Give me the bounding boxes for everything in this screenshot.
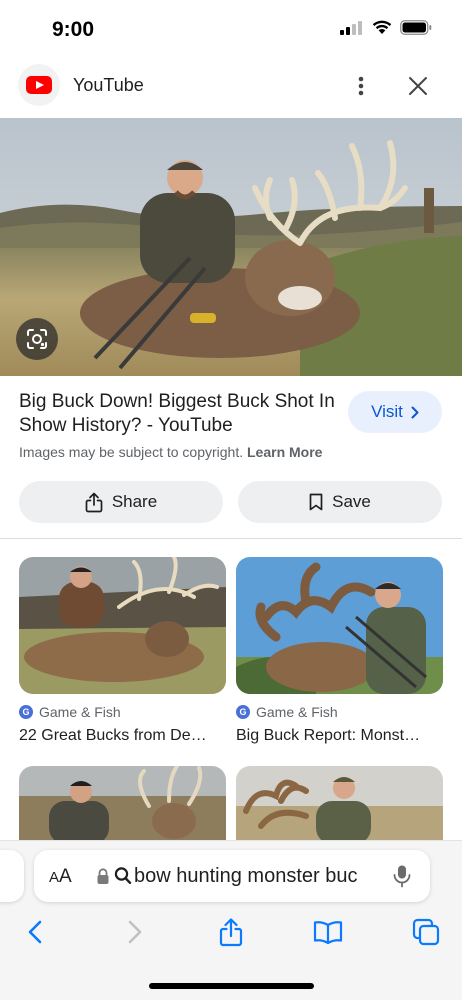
close-icon [409, 77, 427, 95]
result-title[interactable]: Big Buck Down! Biggest Buck Shot In Show… [19, 390, 339, 438]
related-thumb-3[interactable] [19, 766, 226, 844]
related-source-label: Game & Fish [256, 704, 338, 720]
bookmark-icon [309, 493, 323, 511]
search-icon [114, 866, 132, 891]
chevron-right-icon [411, 406, 419, 418]
aa-label: AA [49, 866, 72, 887]
lock-icon [96, 868, 110, 890]
back-button[interactable] [20, 917, 50, 947]
home-indicator [149, 983, 314, 989]
visit-button[interactable]: Visit [348, 391, 442, 433]
tabs-icon [412, 918, 440, 946]
status-time: 9:00 [52, 18, 95, 41]
forward-button[interactable] [120, 917, 150, 947]
google-g-icon: G [19, 705, 33, 719]
chevron-left-icon [28, 920, 42, 944]
microphone-icon[interactable] [392, 864, 412, 893]
copyright-notice: Images may be subject to copyright. Lear… [19, 444, 322, 460]
battery-icon [400, 20, 432, 35]
tabs-button[interactable] [411, 917, 441, 947]
share-button[interactable]: Share [19, 481, 223, 523]
lens-button[interactable] [16, 318, 58, 360]
related-source-label: Game & Fish [39, 704, 121, 720]
section-divider [0, 538, 462, 539]
visit-label: Visit [371, 402, 403, 421]
related-source-1: G Game & Fish [19, 704, 121, 720]
more-vertical-icon [358, 76, 364, 96]
related-thumb-4[interactable] [236, 766, 443, 844]
save-button[interactable]: Save [238, 481, 442, 523]
share-icon [219, 917, 243, 946]
cellular-signal-icon [340, 20, 362, 35]
status-icons [340, 20, 432, 35]
chevron-right-icon [128, 920, 142, 944]
related-thumb-1[interactable] [19, 557, 226, 694]
book-icon [313, 921, 343, 944]
wifi-icon [372, 20, 392, 34]
hero-image[interactable] [0, 118, 462, 376]
related-source-2: G Game & Fish [236, 704, 338, 720]
related-title-2[interactable]: Big Buck Report: Monst… [236, 727, 443, 745]
google-g-icon: G [236, 705, 250, 719]
close-button[interactable] [404, 72, 432, 100]
bookmarks-button[interactable] [313, 917, 343, 947]
more-options-button[interactable] [350, 72, 372, 100]
youtube-play-icon [26, 76, 52, 94]
youtube-logo [18, 64, 60, 106]
previous-tab-preview[interactable] [0, 850, 24, 902]
header-title: YouTube [73, 75, 144, 95]
lens-icon [27, 329, 47, 349]
share-page-button[interactable] [216, 917, 246, 947]
save-label: Save [332, 492, 371, 511]
related-thumb-2[interactable] [236, 557, 443, 694]
page-menu-button[interactable]: AA [49, 866, 72, 888]
copyright-text: Images may be subject to copyright. [19, 444, 244, 460]
share-icon [85, 492, 103, 512]
share-label: Share [111, 492, 158, 511]
search-query[interactable]: bow hunting monster buc [134, 865, 376, 888]
learn-more-link[interactable]: Learn More [247, 444, 322, 460]
related-title-1[interactable]: 22 Great Bucks from De… [19, 727, 226, 745]
